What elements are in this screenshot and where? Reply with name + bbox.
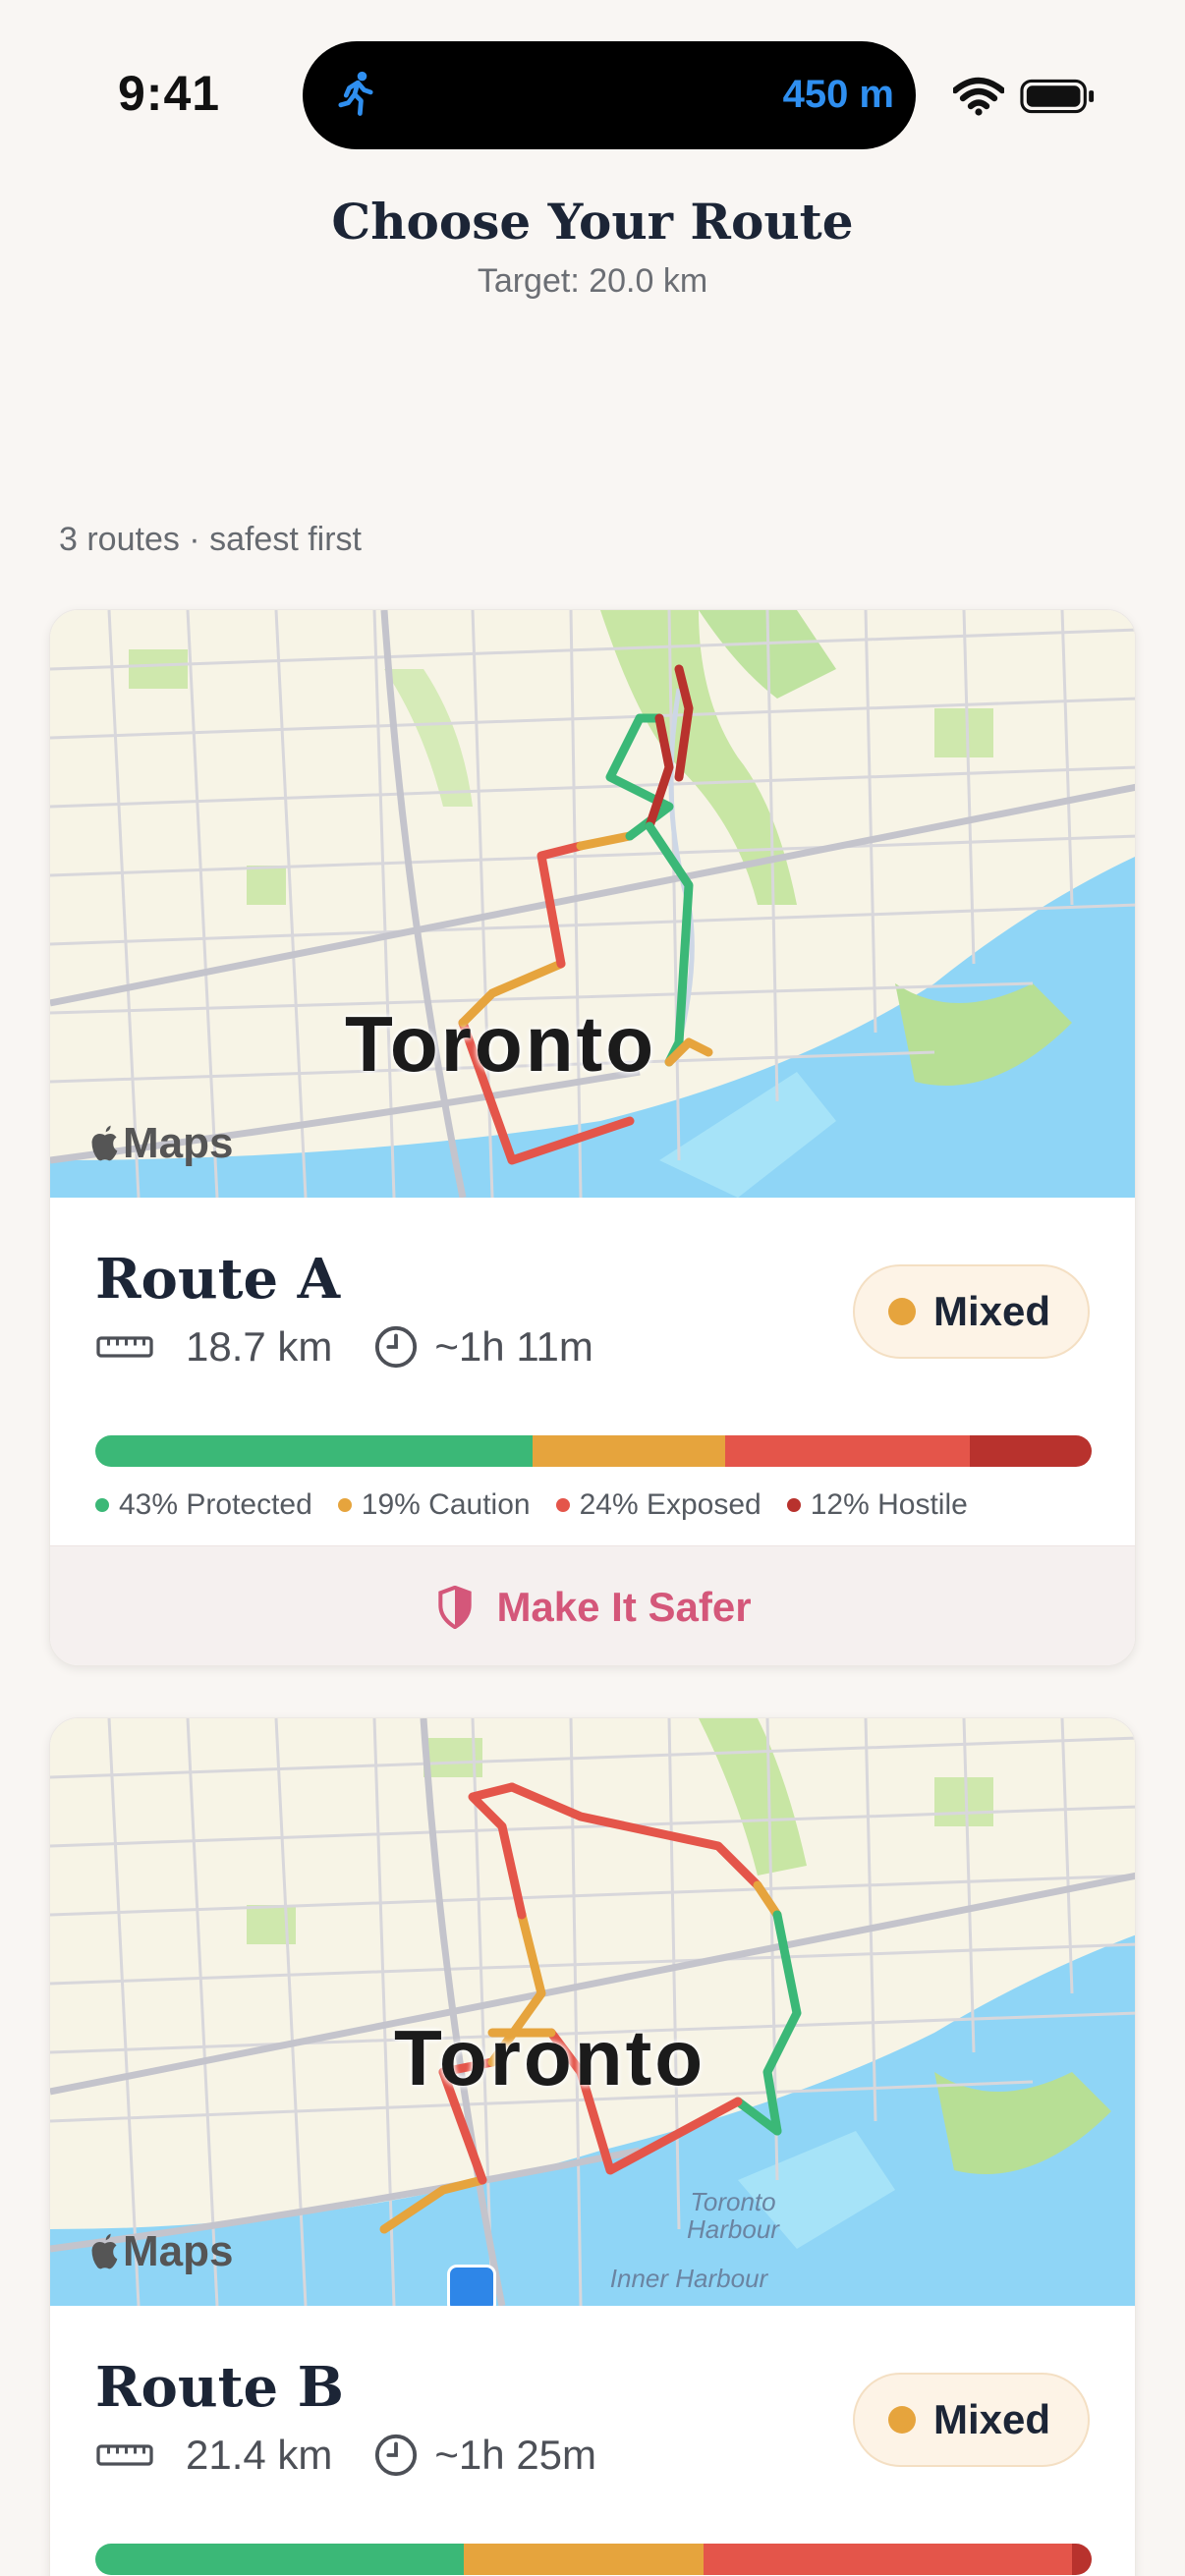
route-distance: 18.7 km bbox=[186, 1323, 333, 1370]
map-canvas bbox=[50, 1718, 1135, 2306]
status-bar: 9:41 450 m bbox=[0, 0, 1185, 149]
maps-attribution: Maps bbox=[87, 1119, 233, 1168]
bar-segment-hostile bbox=[969, 1435, 1092, 1467]
badge-dot bbox=[887, 1298, 916, 1325]
status-time: 9:41 bbox=[118, 66, 221, 121]
make-it-safer-button[interactable]: Make It Safer bbox=[50, 1545, 1135, 1665]
ruler-icon bbox=[96, 1336, 153, 1358]
route-distance: 21.4 km bbox=[186, 2432, 333, 2478]
route-duration: ~1h 11m bbox=[434, 1323, 593, 1370]
header: Choose Your Route Target: 20.0 km bbox=[0, 193, 1185, 301]
route-name: Route B bbox=[95, 2355, 344, 2420]
badge-label: Mixed bbox=[932, 2396, 1050, 2442]
route-meta: 21.4 km ~1h 25m bbox=[95, 2432, 596, 2479]
apple-logo-icon bbox=[91, 2233, 118, 2269]
bar-segment-exposed bbox=[725, 1435, 970, 1467]
maps-attribution: Maps bbox=[87, 2227, 233, 2276]
route-duration: ~1h 25m bbox=[434, 2432, 597, 2478]
legend-exposed: 24% Exposed bbox=[555, 1488, 762, 1522]
clock-icon bbox=[375, 2434, 418, 2477]
ruler-icon bbox=[96, 2444, 153, 2466]
safety-breakdown-bar bbox=[95, 1435, 1092, 1467]
airport-icon bbox=[447, 2265, 496, 2306]
maps-logo-text: Maps bbox=[123, 1119, 234, 1167]
safety-legend: 43% Protected 19% Caution 24% Exposed 12… bbox=[95, 1488, 968, 1522]
wifi-icon bbox=[953, 77, 1004, 116]
badge-dot bbox=[887, 2406, 916, 2434]
route-name: Route A bbox=[95, 1247, 341, 1312]
bar-segment-protected bbox=[95, 2544, 465, 2575]
bar-segment-hostile bbox=[1071, 2544, 1092, 2575]
route-meta: 18.7 km ~1h 11m bbox=[95, 1323, 593, 1371]
safety-badge: Mixed bbox=[852, 2373, 1090, 2467]
route-card-a[interactable]: Toronto Maps Route A Mixed 18.7 km ~1h 1… bbox=[49, 609, 1136, 1666]
route-map-a[interactable]: Toronto Maps bbox=[50, 610, 1135, 1198]
live-distance: 450 m bbox=[782, 73, 894, 116]
routes-summary: 3 routes · safest first bbox=[59, 521, 362, 558]
inner-harbour-label: Inner Harbour bbox=[609, 2264, 768, 2293]
route-map-b[interactable]: Toronto Toronto Harbour Inner Harbour Ma… bbox=[50, 1718, 1135, 2306]
bar-segment-protected bbox=[95, 1435, 533, 1467]
bar-segment-caution bbox=[464, 2544, 704, 2575]
legend-caution: 19% Caution bbox=[337, 1488, 531, 1522]
harbour-label: Toronto Harbour bbox=[687, 2187, 779, 2244]
map-city-label: Toronto bbox=[345, 1000, 657, 1088]
make-it-safer-label: Make It Safer bbox=[496, 1583, 752, 1630]
safety-badge: Mixed bbox=[852, 1264, 1090, 1359]
safety-breakdown-bar bbox=[95, 2544, 1092, 2575]
route-card-b[interactable]: Toronto Toronto Harbour Inner Harbour Ma… bbox=[49, 1717, 1136, 2576]
battery-icon bbox=[1020, 79, 1095, 114]
legend-hostile: 12% Hostile bbox=[786, 1488, 968, 1522]
runner-icon bbox=[338, 71, 373, 116]
page-title: Choose Your Route bbox=[331, 193, 854, 251]
legend-protected: 43% Protected bbox=[95, 1488, 312, 1522]
maps-logo-text: Maps bbox=[123, 2227, 234, 2275]
bar-segment-caution bbox=[532, 1435, 726, 1467]
map-city-label: Toronto bbox=[394, 2014, 706, 2101]
bar-segment-exposed bbox=[703, 2544, 1072, 2575]
map-canvas bbox=[50, 610, 1135, 1198]
clock-icon bbox=[375, 1325, 418, 1369]
target-distance: Target: 20.0 km bbox=[477, 262, 708, 300]
badge-label: Mixed bbox=[932, 1288, 1050, 1334]
dynamic-island[interactable]: 450 m bbox=[303, 41, 916, 149]
shield-icon bbox=[438, 1585, 473, 1629]
apple-logo-icon bbox=[91, 1125, 118, 1161]
